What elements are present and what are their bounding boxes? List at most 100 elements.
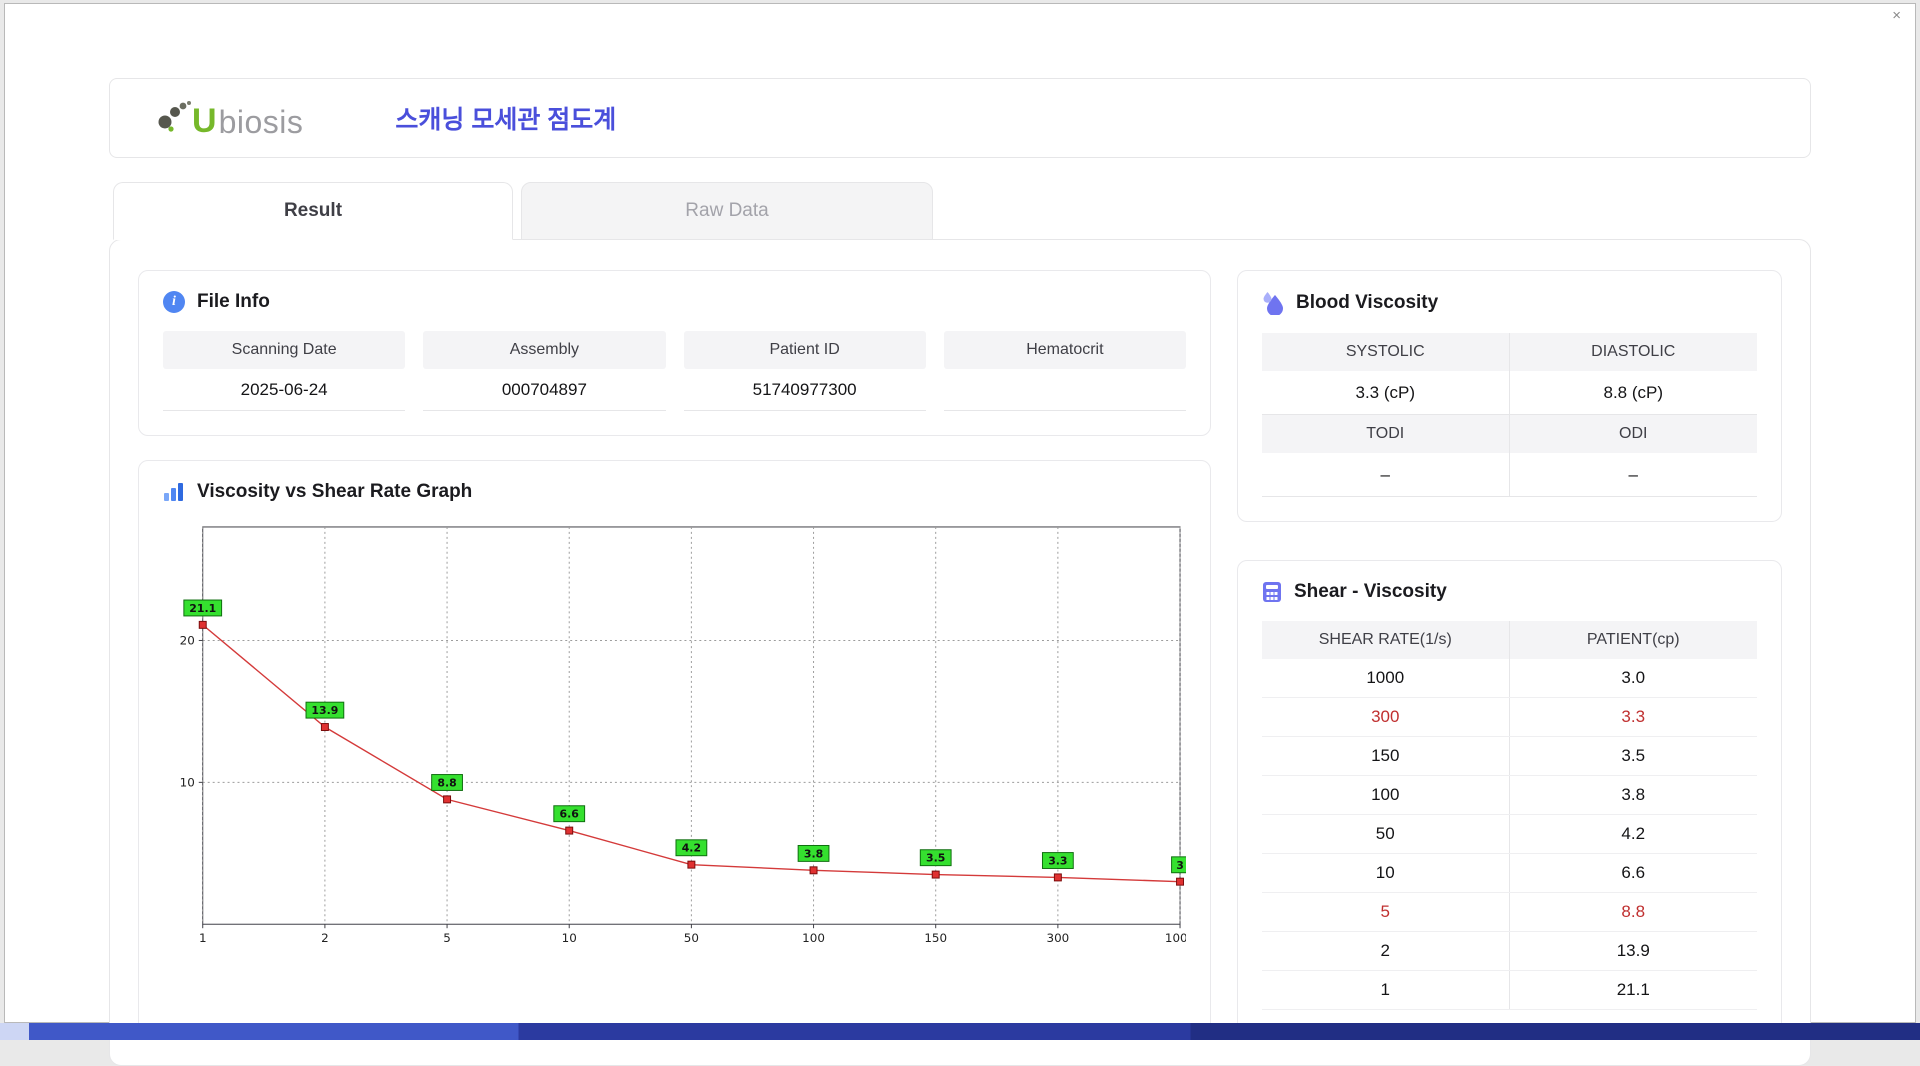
svg-text:5: 5 xyxy=(443,931,451,945)
svg-text:1: 1 xyxy=(199,931,207,945)
patient-value: 3.3 xyxy=(1621,707,1646,726)
field-value xyxy=(943,369,1186,411)
blood-viscosity-grid: SYSTOLIC DIASTOLIC 3.3 (cP) 8.8 (cP) TOD… xyxy=(1262,333,1757,497)
calculator-icon xyxy=(1263,582,1281,602)
patient-value: 3.8 xyxy=(1621,785,1646,804)
svg-text:100: 100 xyxy=(802,931,825,945)
left-column: i File Info Scanning Date 2025-06-24 Ass… xyxy=(138,270,1211,1035)
table-row: 100 3.8 xyxy=(1262,776,1757,815)
svg-text:1000: 1000 xyxy=(1165,931,1186,945)
shear-rate-value: 50 xyxy=(1262,815,1510,853)
patient-value: 6.6 xyxy=(1621,863,1646,882)
field-value: 000704897 xyxy=(423,369,666,411)
app-window: × Ubiosis 스캐닝 모세관 점도계 Result Raw Data i … xyxy=(4,3,1916,1066)
field-assembly: Assembly 000704897 xyxy=(423,331,666,411)
shear-rate-value: 2 xyxy=(1262,932,1510,970)
field-hematocrit: Hematocrit xyxy=(943,331,1186,411)
svg-text:8.8: 8.8 xyxy=(437,776,456,789)
graph-title-row: Viscosity vs Shear Rate Graph xyxy=(163,481,1186,503)
patient-column-header: PATIENT(cp) xyxy=(1586,631,1680,648)
close-icon[interactable]: × xyxy=(1892,8,1901,23)
svg-text:6.6: 6.6 xyxy=(560,808,579,821)
tab-raw-data[interactable]: Raw Data xyxy=(521,182,933,240)
field-value: 2025-06-24 xyxy=(163,369,406,411)
blood-viscosity-card: Blood Viscosity SYSTOLIC DIASTOLIC 3.3 (… xyxy=(1237,270,1782,522)
svg-text:3.3: 3.3 xyxy=(1048,855,1067,868)
table-row: 5 8.8 xyxy=(1262,893,1757,932)
patient-value: 3.0 xyxy=(1621,668,1646,687)
viscosity-chart: 1 2 5 10 50 100 150 300 1000 10 20 21.1 13.9 8.8 6.6 4.… xyxy=(180,526,1186,945)
shear-viscosity-title: Shear - Viscosity xyxy=(1294,581,1447,602)
logo-text-biosis: biosis xyxy=(218,104,304,140)
table-row: 10 6.6 xyxy=(1262,854,1757,893)
svg-text:50: 50 xyxy=(684,931,699,945)
table-row: 300 3.3 xyxy=(1262,698,1757,737)
svg-text:150: 150 xyxy=(924,931,947,945)
field-label: Assembly xyxy=(423,331,666,369)
shear-viscosity-card: Shear - Viscosity SHEAR RATE(1/s) PATIEN… xyxy=(1237,560,1782,1035)
diastolic-label: DIASTOLIC xyxy=(1509,333,1757,371)
table-row: 1000 3.0 xyxy=(1262,659,1757,698)
patient-value: 21.1 xyxy=(1616,980,1650,999)
patient-value: 3.5 xyxy=(1621,746,1646,765)
shear-viscosity-title-row: Shear - Viscosity xyxy=(1262,581,1757,603)
svg-text:300: 300 xyxy=(1047,931,1070,945)
app-title: 스캐닝 모세관 점도계 xyxy=(395,106,617,134)
field-label: Patient ID xyxy=(683,331,926,369)
patient-value: 13.9 xyxy=(1616,941,1650,960)
logo-text-u: U xyxy=(192,102,217,140)
svg-text:21.1: 21.1 xyxy=(189,602,216,615)
right-column: Blood Viscosity SYSTOLIC DIASTOLIC 3.3 (… xyxy=(1237,270,1782,1035)
shear-rate-column-header: SHEAR RATE(1/s) xyxy=(1262,621,1510,659)
svg-text:10: 10 xyxy=(180,775,195,789)
field-label: Scanning Date xyxy=(163,331,406,369)
shear-rate-value: 100 xyxy=(1262,776,1510,814)
patient-value: 8.8 xyxy=(1621,902,1646,921)
logo-dots-icon xyxy=(158,101,191,132)
shear-rate-value: 300 xyxy=(1262,698,1510,736)
tab-bar: Result Raw Data xyxy=(109,182,1811,240)
desktop-taskbar xyxy=(0,1023,1920,1040)
shear-rate-value: 150 xyxy=(1262,737,1510,775)
file-info-card: i File Info Scanning Date 2025-06-24 Ass… xyxy=(138,270,1211,436)
table-row: 2 13.9 xyxy=(1262,932,1757,971)
todi-value: – xyxy=(1262,453,1510,497)
file-info-title-row: i File Info xyxy=(163,291,1186,313)
svg-text:10: 10 xyxy=(562,931,577,945)
graph-title: Viscosity vs Shear Rate Graph xyxy=(197,481,473,502)
table-row: 1 21.1 xyxy=(1262,971,1757,1010)
svg-text:3: 3 xyxy=(1176,859,1184,872)
svg-text:4.2: 4.2 xyxy=(682,842,701,855)
field-scanning-date: Scanning Date 2025-06-24 xyxy=(163,331,406,411)
header: Ubiosis 스캐닝 모세관 점도계 xyxy=(109,78,1811,158)
file-info-title: File Info xyxy=(197,291,270,312)
diastolic-value: 8.8 (cP) xyxy=(1509,371,1757,415)
field-patient-id: Patient ID 51740977300 xyxy=(683,331,926,411)
graph-card: Viscosity vs Shear Rate Graph 1 2 5 10 50 100… xyxy=(138,460,1211,1035)
info-icon: i xyxy=(163,291,185,313)
systolic-label: SYSTOLIC xyxy=(1262,333,1510,371)
svg-text:13.9: 13.9 xyxy=(311,704,338,717)
bar-chart-icon xyxy=(164,483,183,501)
droplet-icon xyxy=(1263,292,1283,315)
odi-label: ODI xyxy=(1509,415,1757,453)
shear-rate-value: 5 xyxy=(1262,893,1510,931)
ubiosis-logo: Ubiosis xyxy=(156,98,303,138)
field-label: Hematocrit xyxy=(943,331,1186,369)
shear-table-header: SHEAR RATE(1/s) PATIENT(cp) xyxy=(1262,621,1757,659)
shear-rate-value: 1000 xyxy=(1262,659,1510,697)
field-value: 51740977300 xyxy=(683,369,926,411)
table-row: 150 3.5 xyxy=(1262,737,1757,776)
tab-result[interactable]: Result xyxy=(113,182,513,240)
patient-value: 4.2 xyxy=(1621,824,1646,843)
todi-label: TODI xyxy=(1262,415,1510,453)
shear-rate-value: 1 xyxy=(1262,971,1510,1009)
table-row: 50 4.2 xyxy=(1262,815,1757,854)
shear-rate-value: 10 xyxy=(1262,854,1510,892)
svg-text:20: 20 xyxy=(180,633,195,647)
chart-area: 1 2 5 10 50 100 150 300 1000 10 20 21.1 13.9 8.8 6.6 4.… xyxy=(163,521,1186,970)
blood-viscosity-title-row: Blood Viscosity xyxy=(1262,291,1757,315)
odi-value: – xyxy=(1509,453,1757,497)
svg-text:2: 2 xyxy=(321,931,329,945)
blood-viscosity-title: Blood Viscosity xyxy=(1296,292,1439,313)
